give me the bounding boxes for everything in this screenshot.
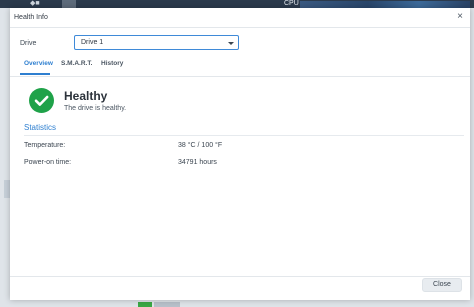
active-tab-indicator bbox=[20, 73, 50, 75]
tab-history[interactable]: History bbox=[101, 60, 123, 68]
background-status-text bbox=[154, 302, 180, 307]
power-on-time-value: 34791 hours bbox=[178, 159, 217, 166]
power-on-time-label: Power-on time: bbox=[24, 159, 72, 166]
statistics-heading: Statistics bbox=[24, 123, 57, 132]
health-info-dialog: Health Info × Drive Drive 1 Overview S.M… bbox=[10, 8, 470, 300]
check-circle-icon bbox=[29, 88, 54, 113]
drive-select-value: Drive 1 bbox=[81, 39, 104, 46]
status-title: Healthy bbox=[64, 89, 108, 103]
tabs-divider bbox=[10, 76, 470, 77]
background-status-bar bbox=[138, 302, 152, 307]
tab-overview[interactable]: Overview bbox=[24, 60, 53, 68]
temperature-value: 38 °C / 100 °F bbox=[178, 142, 223, 149]
chevron-down-icon bbox=[228, 42, 234, 45]
drive-select[interactable]: Drive 1 bbox=[74, 35, 239, 50]
background-window-left bbox=[0, 8, 10, 307]
dialog-titlebar[interactable]: Health Info × bbox=[10, 8, 470, 27]
app-icon[interactable] bbox=[62, 0, 76, 8]
temperature-label: Temperature: bbox=[24, 142, 66, 149]
dialog-title: Health Info bbox=[14, 14, 48, 21]
cpu-graph bbox=[300, 1, 470, 8]
title-divider bbox=[10, 27, 470, 28]
desktop-taskbar: ◆■ CPU bbox=[0, 0, 474, 8]
close-icon[interactable]: × bbox=[454, 11, 466, 23]
background-window-bottom bbox=[0, 300, 474, 307]
footer-divider bbox=[10, 276, 470, 277]
tab-smart[interactable]: S.M.A.R.T. bbox=[61, 60, 92, 68]
cpu-label: CPU bbox=[284, 0, 299, 7]
taskbar-icons[interactable]: ◆■ bbox=[30, 0, 40, 8]
drive-label: Drive bbox=[20, 40, 37, 47]
background-window-right bbox=[470, 8, 474, 307]
close-button[interactable]: Close bbox=[422, 278, 462, 292]
tab-bar: Overview S.M.A.R.T. History bbox=[10, 58, 470, 77]
statistics-divider bbox=[24, 135, 464, 136]
status-description: The drive is healthy. bbox=[64, 105, 127, 112]
